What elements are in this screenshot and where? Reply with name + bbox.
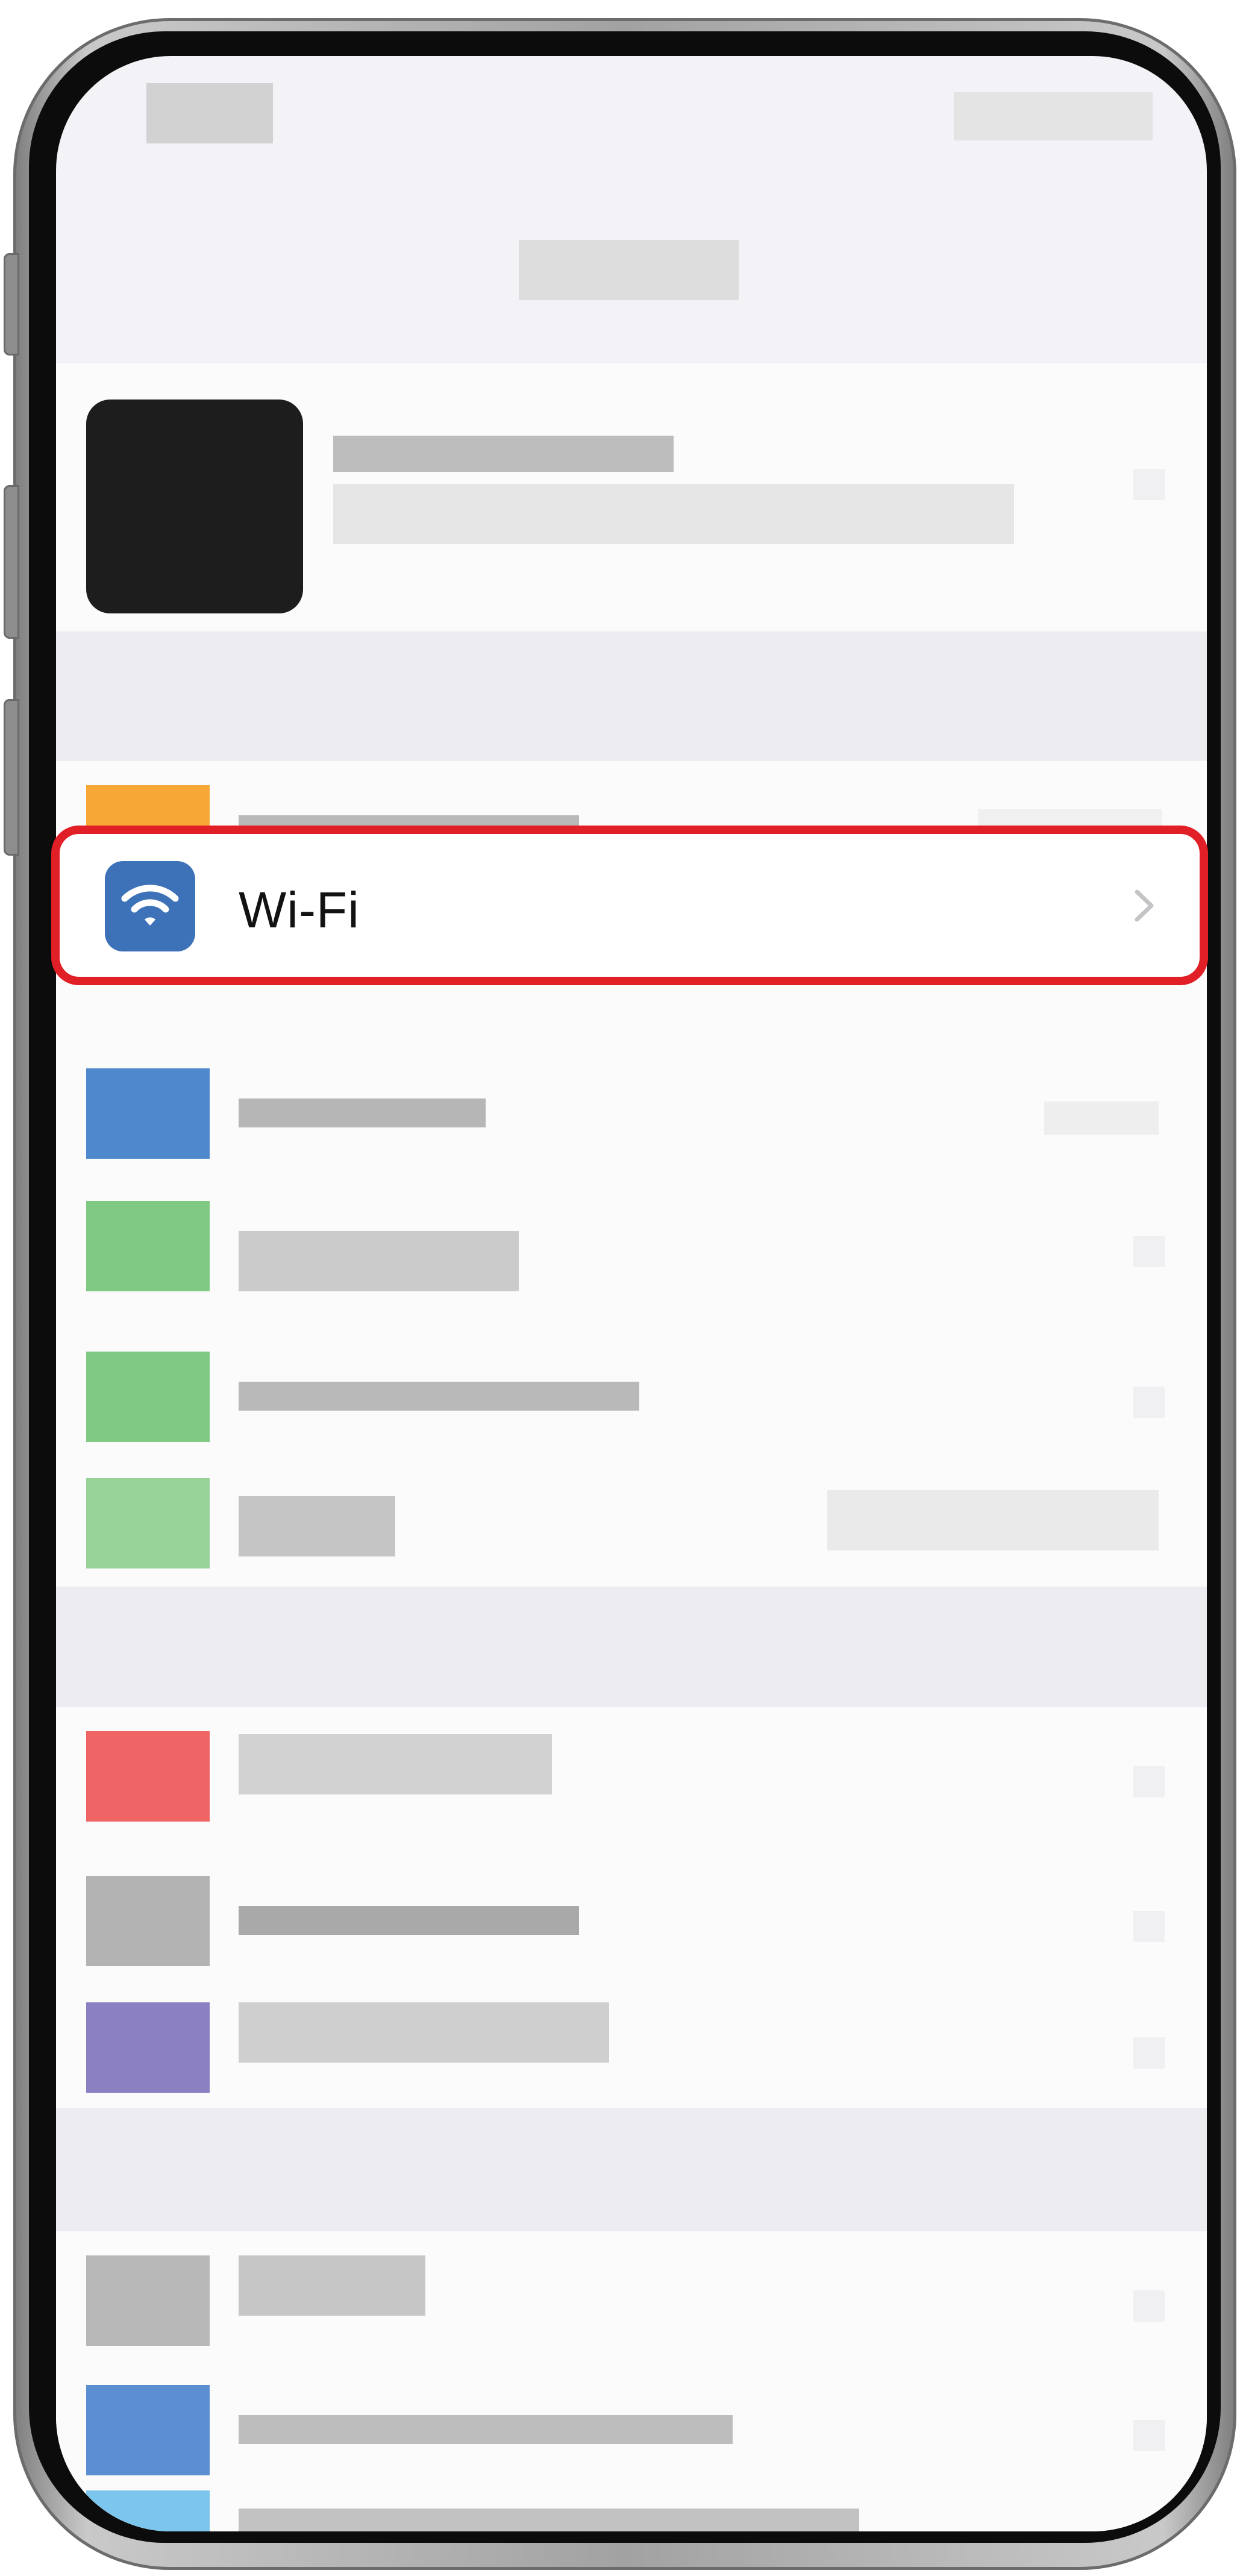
phone-side-button-volume-up	[4, 485, 19, 639]
row-label-blur	[239, 1906, 579, 1935]
profile-subtitle-blur	[333, 484, 1014, 544]
row-label-blur	[239, 2509, 859, 2531]
settings-row-blurred[interactable]	[56, 1177, 1207, 1297]
row-value-blur	[1044, 1102, 1159, 1135]
row-icon-blur	[86, 1201, 210, 1291]
row-label-blur	[239, 2415, 733, 2444]
row-icon-blur	[86, 1731, 210, 1822]
row-chevron-blur	[1133, 2420, 1165, 2451]
row-label-blur	[239, 1231, 519, 1291]
row-icon-blur	[86, 1478, 210, 1568]
row-chevron-blur	[1133, 1911, 1165, 1942]
row-label-blur	[239, 2002, 609, 2063]
status-bar-indicators-blur	[954, 92, 1153, 140]
settings-row-blurred[interactable]	[56, 1454, 1207, 1575]
row-icon-blur	[86, 1876, 210, 1966]
settings-row-blurred[interactable]	[56, 1327, 1207, 1448]
avatar	[86, 400, 303, 613]
row-chevron-blur	[1133, 2037, 1165, 2069]
row-label-blur	[239, 2255, 425, 2316]
profile-chevron-blur	[1133, 469, 1165, 500]
row-label-blur	[239, 1382, 639, 1411]
settings-group-notifications	[56, 1707, 1207, 2108]
row-icon-blur	[86, 2002, 210, 2093]
phone-side-button-volume-down	[4, 699, 19, 856]
row-chevron-blur	[1133, 2290, 1165, 2322]
row-icon-blur	[86, 1352, 210, 1442]
row-chevron-blur	[1133, 1236, 1165, 1267]
status-bar-time-blur	[146, 83, 273, 143]
row-label-blur	[239, 1734, 552, 1794]
section-spacer	[56, 1587, 1207, 1707]
settings-row-blurred[interactable]	[56, 2466, 1207, 2531]
chevron-right-icon	[1135, 889, 1154, 922]
wifi-symbol	[121, 885, 179, 926]
settings-row-blurred[interactable]	[56, 1044, 1207, 1165]
wifi-icon	[105, 861, 195, 951]
page-title-blur	[519, 240, 739, 300]
section-spacer	[56, 631, 1207, 761]
phone-side-button-mute	[4, 253, 19, 356]
row-value-blur	[827, 1490, 1159, 1550]
settings-row-blurred[interactable]	[56, 1707, 1207, 1828]
profile-name-blur	[333, 436, 674, 472]
settings-row-blurred[interactable]	[56, 1852, 1207, 1972]
row-icon-blur	[86, 2385, 210, 2475]
profile-card[interactable]	[56, 363, 1207, 631]
wifi-row[interactable]: Wi-Fi	[51, 826, 1208, 985]
settings-row-blurred[interactable]	[56, 2231, 1207, 2352]
row-label-blur	[239, 1496, 395, 1556]
row-label-blur	[239, 1098, 486, 1127]
settings-group-general	[56, 2231, 1207, 2531]
row-icon-blur	[86, 2490, 210, 2531]
wifi-label: Wi-Fi	[239, 882, 360, 938]
settings-row-blurred[interactable]	[56, 2361, 1207, 2481]
row-chevron-blur	[1133, 1387, 1165, 1418]
settings-row-blurred[interactable]	[56, 1978, 1207, 2099]
row-chevron-blur	[1133, 1766, 1165, 1797]
row-icon-blur	[86, 1068, 210, 1159]
phone-screen	[56, 56, 1207, 2531]
row-icon-blur	[86, 2255, 210, 2346]
section-spacer	[56, 2108, 1207, 2231]
